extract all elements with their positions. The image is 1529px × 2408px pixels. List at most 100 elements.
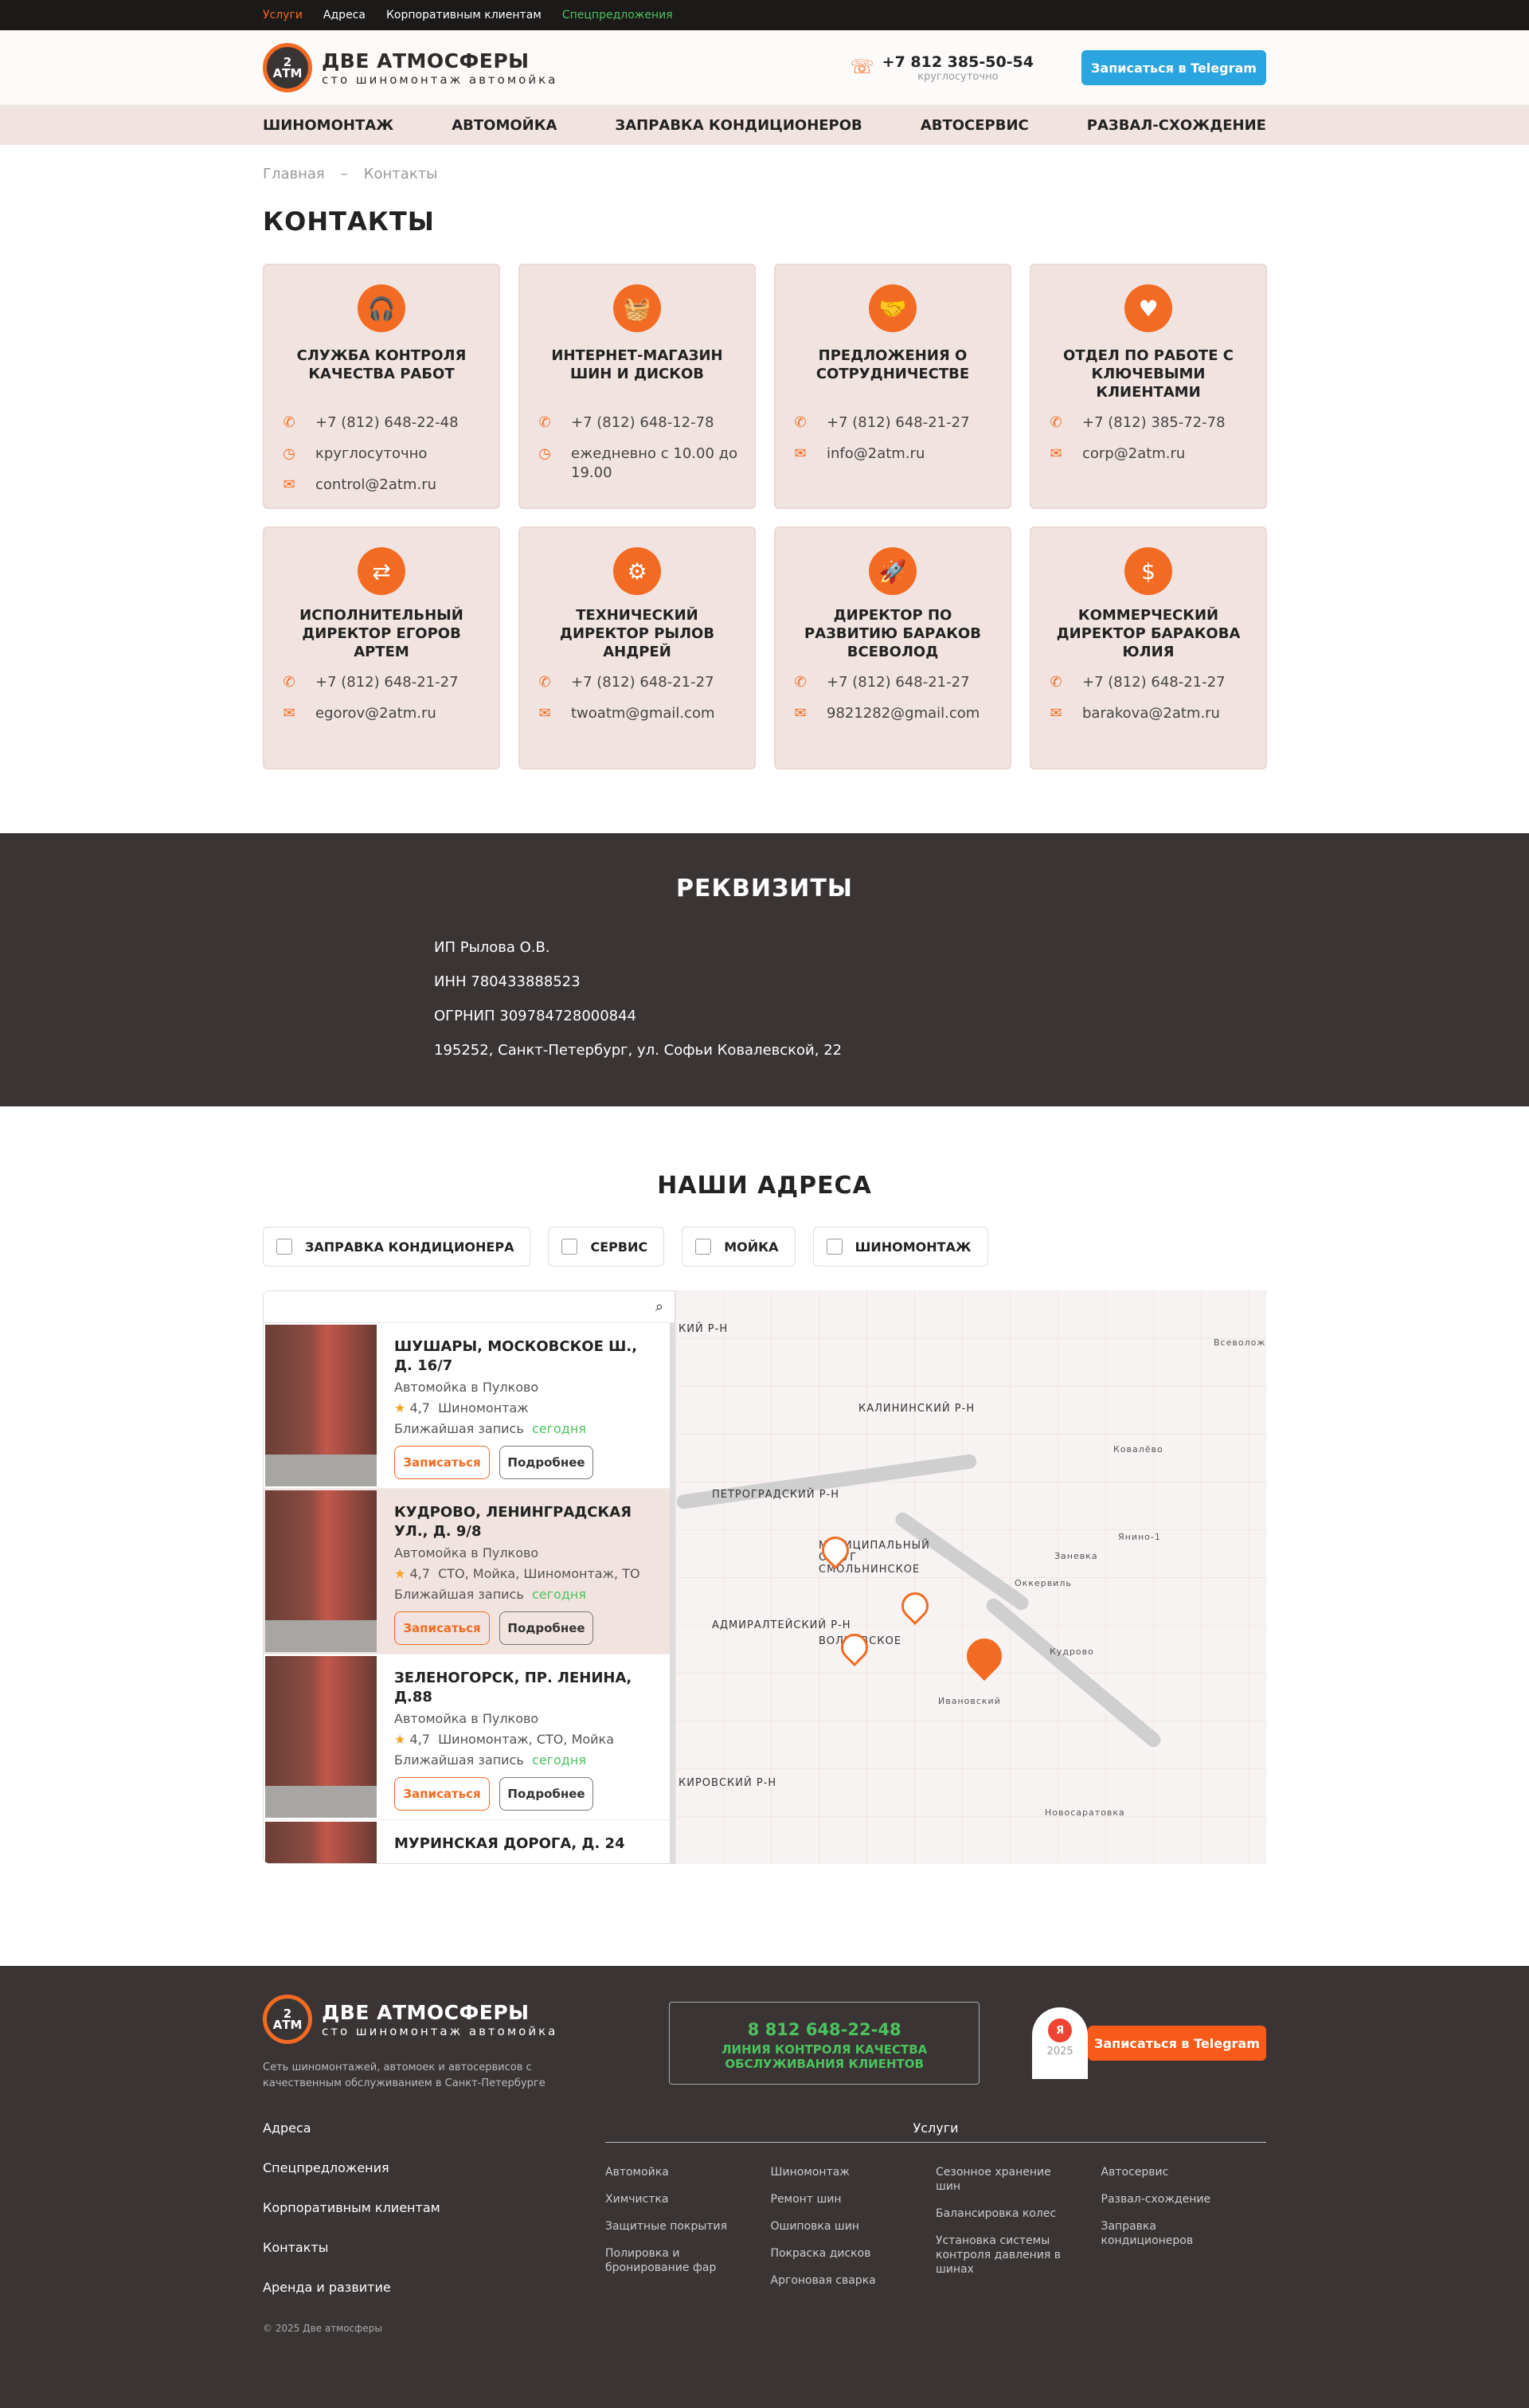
requisites-title: РЕКВИЗИТЫ xyxy=(676,875,853,903)
service-link[interactable]: Заправка кондиционеров xyxy=(1101,2219,1237,2248)
card-title: ИСПОЛНИТЕЛЬНЫЙ ДИРЕКТОР ЕГОРОВ АРТЕМ xyxy=(299,607,463,660)
card-phone[interactable]: +7 (812) 648-12-78 xyxy=(571,413,714,433)
service-link[interactable]: Покраска дисков xyxy=(771,2246,906,2261)
filter-tire[interactable]: ШИНОМОНТАЖ xyxy=(812,1227,988,1267)
card-phone[interactable]: +7 (812) 648-21-27 xyxy=(315,673,459,692)
service-link[interactable]: Автомойка xyxy=(605,2165,741,2179)
card-email[interactable]: info@2atm.ru xyxy=(827,444,925,464)
details-button[interactable]: Подробнее xyxy=(499,1446,593,1479)
footer-link[interactable]: Аренда и развитие xyxy=(263,2280,605,2320)
card-phone[interactable]: +7 (812) 648-21-27 xyxy=(827,673,970,692)
map-label: Оккервиль xyxy=(1015,1578,1072,1588)
list-item[interactable]: ШУШАРЫ, МОСКОВСКОЕ Ш., Д. 16/7 Автомойка… xyxy=(264,1323,675,1489)
list-item[interactable]: МУРИНСКАЯ ДОРОГА, Д. 24 xyxy=(264,1820,675,1863)
topbar-link-special[interactable]: Спецпредложения xyxy=(562,9,673,22)
checkbox[interactable] xyxy=(826,1239,843,1255)
header-phone[interactable]: ☏ +7 812 385-50-54 круглосуточно xyxy=(851,53,1034,83)
location-photo xyxy=(265,1490,377,1652)
card-email[interactable]: corp@2atm.ru xyxy=(1082,444,1185,464)
contact-card: ⚙ ТЕХНИЧЕСКИЙ ДИРЕКТОР РЫЛОВ АНДРЕЙ ✆ +7 … xyxy=(518,527,756,769)
service-link[interactable]: Установка системы контроля давления в ши… xyxy=(936,2234,1071,2277)
nav-item-car-wash[interactable]: АВТОМОЙКА xyxy=(452,117,557,134)
topbar-link-services[interactable]: Услуги xyxy=(263,9,303,22)
card-title: ИНТЕРНЕТ-МАГАЗИН ШИН И ДИСКОВ xyxy=(551,347,723,382)
service-link[interactable]: Ремонт шин xyxy=(771,2192,906,2206)
book-button[interactable]: Записаться xyxy=(394,1446,490,1479)
service-link[interactable]: Балансировка колес xyxy=(936,2206,1071,2221)
card-phone[interactable]: +7 (812) 648-22-48 xyxy=(315,413,459,433)
topbar-link-addresses[interactable]: Адреса xyxy=(323,9,366,22)
contact-card: ♥ ОТДЕЛ ПО РАБОТЕ С КЛЮЧЕВЫМИ КЛИЕНТАМИ … xyxy=(1030,264,1267,509)
requisites-line: ИНН 780433888523 xyxy=(434,973,581,990)
service-link[interactable]: Ошиповка шин xyxy=(771,2219,906,2234)
card-email[interactable]: 9821282@gmail.com xyxy=(827,704,980,723)
filter-ac-refill[interactable]: ЗАПРАВКА КОНДИЦИОНЕРА xyxy=(263,1227,531,1267)
checkbox[interactable] xyxy=(561,1239,578,1255)
footer-link[interactable]: Адреса xyxy=(263,2120,605,2160)
checkbox[interactable] xyxy=(695,1239,712,1255)
wrench-icon: ⚙ xyxy=(613,547,661,595)
details-button[interactable]: Подробнее xyxy=(499,1611,593,1645)
service-link[interactable]: Развал-схождение xyxy=(1101,2192,1237,2206)
logo-title: ДВЕ АТМОСФЕРЫ xyxy=(322,2000,530,2024)
service-link[interactable]: Защитные покрытия xyxy=(605,2219,741,2234)
map-label: КИРОВСКИЙ Р-Н xyxy=(678,1777,777,1789)
checkbox[interactable] xyxy=(276,1239,292,1255)
mail-icon: ✉ xyxy=(1050,705,1062,722)
book-button[interactable]: Записаться xyxy=(394,1611,490,1645)
filter-label: ШИНОМОНТАЖ xyxy=(854,1239,972,1255)
logo[interactable]: 2 АТМ ДВЕ АТМОСФЕРЫ сто шиномонтаж автом… xyxy=(263,43,557,92)
breadcrumb-home[interactable]: Главная xyxy=(263,166,325,182)
filter-service[interactable]: СЕРВИС xyxy=(548,1227,665,1267)
rocket-icon: 🚀 xyxy=(869,547,917,595)
service-link[interactable]: Автосервис xyxy=(1101,2165,1237,2179)
card-email[interactable]: control@2atm.ru xyxy=(315,476,436,495)
yandex-badge[interactable]: Я 2025 xyxy=(1032,2007,1088,2079)
nav-item-car-service[interactable]: АВТОСЕРВИС xyxy=(921,117,1029,134)
search-icon[interactable]: ⌕ xyxy=(655,1298,663,1315)
card-phone[interactable]: +7 (812) 385-72-78 xyxy=(1082,413,1226,433)
card-phone[interactable]: +7 (812) 648-21-27 xyxy=(827,413,970,433)
footer-telegram-button[interactable]: Записаться в Telegram xyxy=(1087,2026,1266,2061)
nav-item-alignment[interactable]: РАЗВАЛ-СХОЖДЕНИЕ xyxy=(1087,117,1266,134)
card-email[interactable]: egorov@2atm.ru xyxy=(315,704,436,723)
footer-logo[interactable]: 2 АТМ ДВЕ АТМОСФЕРЫ сто шиномонтаж автом… xyxy=(263,1995,581,2044)
footer-link[interactable]: Спецпредложения xyxy=(263,2160,605,2200)
map-label: Ковалёво xyxy=(1113,1444,1163,1455)
service-link[interactable]: Аргоновая сварка xyxy=(771,2273,906,2288)
service-link[interactable]: Полировка и бронирование фар xyxy=(605,2246,741,2275)
service-link[interactable]: Шиномонтаж xyxy=(771,2165,906,2179)
location-rating: 4,7 xyxy=(409,1400,430,1415)
location-photo xyxy=(265,1656,377,1818)
filter-wash[interactable]: МОЙКА xyxy=(682,1227,796,1267)
map[interactable]: КИЙ Р-Н КАЛИНИНСКИЙ Р-Н ПЕТРОГРАДСКИЙ Р-… xyxy=(675,1290,1266,1864)
breadcrumb-current: Контакты xyxy=(363,166,438,182)
location-services: СТО, Мойка, Шиномонтаж, ТО xyxy=(438,1566,640,1581)
service-link[interactable]: Сезонное хранение шин xyxy=(936,2165,1071,2194)
card-email[interactable]: barakova@2atm.ru xyxy=(1082,704,1220,723)
service-link[interactable]: Химчистка xyxy=(605,2192,741,2206)
card-phone[interactable]: +7 (812) 648-21-27 xyxy=(1082,673,1226,692)
card-email[interactable]: twoatm@gmail.com xyxy=(571,704,715,723)
footer-link[interactable]: Контакты xyxy=(263,2240,605,2280)
list-item[interactable]: ЗЕЛЕНОГОРСК, ПР. ЛЕНИНА, Д.88 Автомойка … xyxy=(264,1654,675,1820)
list-item[interactable]: КУДРОВО, ЛЕНИНГРАДСКАЯ УЛ., Д. 9/8 Автом… xyxy=(264,1489,675,1654)
mail-icon: ✉ xyxy=(794,445,807,462)
card-title: СЛУЖБА КОНТРОЛЯ КАЧЕСТВА РАБОТ xyxy=(296,347,467,382)
quality-line-box[interactable]: 8 812 648-22-48 ЛИНИЯ КОНТРОЛЯ КАЧЕСТВА … xyxy=(669,2002,980,2085)
details-button[interactable]: Подробнее xyxy=(499,1777,593,1811)
location-type: Автомойка в Пулково xyxy=(394,1380,539,1395)
nav-item-ac-refill[interactable]: ЗАПРАВКА КОНДИЦИОНЕРОВ xyxy=(615,117,862,134)
nav-item-tire-service[interactable]: ШИНОМОНТАЖ xyxy=(263,117,393,134)
phone-icon: ✆ xyxy=(538,414,551,431)
topbar-link-corporate[interactable]: Корпоративным клиентам xyxy=(386,9,542,22)
list-scrollbar[interactable] xyxy=(670,1323,675,1863)
book-button[interactable]: Записаться xyxy=(394,1777,490,1811)
card-phone[interactable]: +7 (812) 648-21-27 xyxy=(571,673,714,692)
search-input[interactable]: ⌕ xyxy=(264,1291,675,1323)
footer-link[interactable]: Корпоративным клиентам xyxy=(263,2200,605,2240)
telegram-button[interactable]: Записаться в Telegram xyxy=(1081,50,1266,85)
contact-card: 🎧 СЛУЖБА КОНТРОЛЯ КАЧЕСТВА РАБОТ ✆ +7 (81… xyxy=(263,264,500,509)
copyright: © 2025 Две атмосферы xyxy=(263,2323,382,2334)
handshake-icon: 🤝 xyxy=(869,284,917,332)
